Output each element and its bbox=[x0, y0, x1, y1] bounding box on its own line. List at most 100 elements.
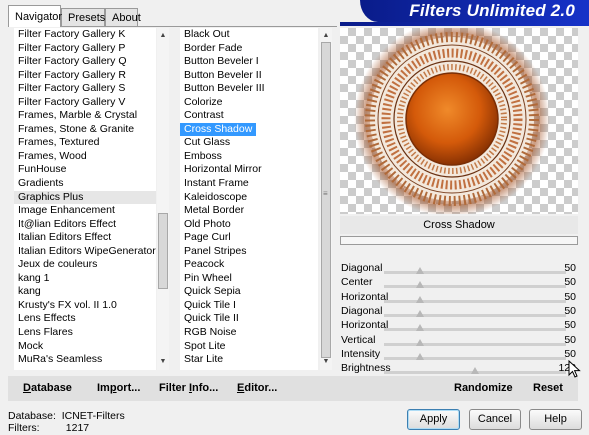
category-item[interactable]: Filter Factory Gallery P bbox=[14, 42, 156, 56]
param-slider-track[interactable] bbox=[384, 295, 566, 303]
slider-thumb-icon[interactable] bbox=[415, 309, 424, 317]
import-button[interactable]: Import... bbox=[97, 376, 140, 401]
category-item[interactable]: Frames, Wood bbox=[14, 150, 156, 164]
category-item[interactable]: Filter Factory Gallery K bbox=[14, 28, 156, 42]
param-slider-track[interactable] bbox=[384, 267, 566, 274]
filter-info-button[interactable]: Filter Info... bbox=[159, 376, 218, 401]
filter-item[interactable]: Cross Shadow bbox=[180, 122, 257, 137]
param-label: Horizontal bbox=[341, 290, 389, 303]
category-item[interactable]: Frames, Stone & Granite bbox=[14, 123, 156, 137]
filter-item[interactable]: Instant Frame bbox=[180, 177, 318, 191]
param-slider-track[interactable] bbox=[384, 367, 566, 375]
filter-item[interactable]: Quick Tile II bbox=[180, 312, 318, 326]
category-item[interactable]: Graphics Plus bbox=[14, 190, 156, 205]
filter-item[interactable]: Peacock bbox=[180, 258, 318, 272]
filter-scroll-thumb[interactable]: ≡ bbox=[321, 42, 331, 358]
category-item[interactable]: Lens Flares bbox=[14, 326, 156, 340]
grip-icon: ≡ bbox=[323, 189, 328, 198]
filter-scrollbar[interactable]: ▲ ≡ ▼ bbox=[320, 28, 332, 370]
slider-thumb-icon[interactable] bbox=[471, 367, 480, 375]
filter-item[interactable]: Metal Border bbox=[180, 204, 318, 218]
tab-about[interactable]: About bbox=[105, 8, 141, 26]
scroll-up-icon[interactable]: ▲ bbox=[157, 30, 169, 42]
category-item[interactable]: MuRa's Seamless bbox=[14, 353, 156, 367]
param-slider-track[interactable] bbox=[384, 309, 566, 317]
param-row[interactable]: Vertical 50 bbox=[340, 333, 578, 347]
category-item[interactable]: Italian Editors Effect bbox=[14, 231, 156, 245]
filter-item[interactable]: Button Beveler I bbox=[180, 55, 318, 69]
filter-item[interactable]: Panel Stripes bbox=[180, 245, 318, 259]
param-value: 50 bbox=[564, 347, 576, 360]
param-slider-track[interactable] bbox=[384, 352, 566, 360]
category-item[interactable]: Filter Factory Gallery V bbox=[14, 96, 156, 110]
database-name: ICNET-Filters bbox=[61, 410, 125, 422]
category-item[interactable]: Filter Factory Gallery Q bbox=[14, 55, 156, 69]
randomize-button[interactable]: Randomize bbox=[454, 376, 513, 401]
filter-item[interactable]: Star Lite bbox=[180, 353, 318, 367]
category-item[interactable]: Gradients bbox=[14, 177, 156, 191]
slider-thumb-icon[interactable] bbox=[415, 338, 424, 346]
param-row[interactable]: Diagonal 50 bbox=[340, 304, 578, 318]
filter-item[interactable]: Button Beveler III bbox=[180, 82, 318, 96]
category-item[interactable]: FunHouse bbox=[14, 163, 156, 177]
param-row[interactable]: Horizontal 50 bbox=[340, 290, 578, 304]
filter-item[interactable]: Black Out bbox=[180, 28, 318, 42]
filter-item[interactable]: Cut Glass bbox=[180, 136, 318, 150]
reset-button[interactable]: Reset bbox=[533, 376, 563, 401]
category-scrollbar[interactable]: ▲ ▼ bbox=[157, 28, 169, 370]
tab-presets[interactable]: Presets bbox=[61, 8, 105, 26]
category-list[interactable]: Filter Factory Gallery K Filter Factory G… bbox=[14, 28, 156, 370]
scroll-down-icon[interactable]: ▼ bbox=[320, 356, 332, 368]
scroll-up-icon[interactable]: ▲ bbox=[320, 30, 332, 42]
filter-item[interactable]: Button Beveler II bbox=[180, 69, 318, 83]
filter-item[interactable]: Spot Lite bbox=[180, 340, 318, 354]
param-row[interactable]: Center 50 bbox=[340, 275, 578, 289]
scroll-down-icon[interactable]: ▼ bbox=[157, 356, 169, 368]
slider-thumb-icon[interactable] bbox=[415, 281, 424, 289]
category-item[interactable]: Italian Editors WipeGenerator bbox=[14, 245, 156, 259]
filter-item[interactable]: Kaleidoscope bbox=[180, 191, 318, 205]
param-slider-track[interactable] bbox=[384, 281, 566, 289]
cancel-button[interactable]: Cancel bbox=[469, 409, 521, 430]
tab-navigator[interactable]: Navigator bbox=[8, 5, 62, 27]
category-item[interactable]: Image Enhancement bbox=[14, 204, 156, 218]
help-button[interactable]: Help bbox=[529, 409, 582, 430]
category-item[interactable]: kang 1 bbox=[14, 272, 156, 286]
filter-item[interactable]: RGB Noise bbox=[180, 326, 318, 340]
category-scroll-thumb[interactable] bbox=[158, 213, 168, 289]
filter-item[interactable]: Quick Tile I bbox=[180, 299, 318, 313]
filter-item[interactable]: Quick Sepia bbox=[180, 285, 318, 299]
category-item[interactable]: Frames, Textured bbox=[14, 136, 156, 150]
param-row[interactable]: Horizontal 50 bbox=[340, 318, 578, 332]
category-item[interactable]: Filter Factory Gallery S bbox=[14, 82, 156, 96]
param-slider-track[interactable] bbox=[384, 338, 566, 346]
filter-item[interactable]: Pin Wheel bbox=[180, 272, 318, 286]
slider-thumb-icon[interactable] bbox=[415, 324, 424, 332]
slider-thumb-icon[interactable] bbox=[415, 352, 424, 360]
filter-item[interactable]: Contrast bbox=[180, 109, 318, 123]
category-item[interactable]: Lens Effects bbox=[14, 312, 156, 326]
slider-thumb-icon[interactable] bbox=[415, 267, 424, 274]
filter-item[interactable]: Page Curl bbox=[180, 231, 318, 245]
param-row[interactable]: Diagonal 50 bbox=[340, 261, 578, 275]
category-item[interactable]: Mock bbox=[14, 340, 156, 354]
filter-list[interactable]: Black Out Border Fade Button Beveler I Butt… bbox=[180, 28, 318, 370]
param-slider-track[interactable] bbox=[384, 324, 566, 332]
category-item[interactable]: It@lian Editors Effect bbox=[14, 218, 156, 232]
category-item[interactable]: Jeux de couleurs bbox=[14, 258, 156, 272]
filter-item[interactable]: Emboss bbox=[180, 150, 318, 164]
apply-button[interactable]: Apply bbox=[407, 409, 460, 430]
category-item[interactable]: Krusty's FX vol. II 1.0 bbox=[14, 299, 156, 313]
filter-item[interactable]: Horizontal Mirror bbox=[180, 163, 318, 177]
editor-button[interactable]: Editor... bbox=[237, 376, 277, 401]
category-item[interactable]: kang bbox=[14, 285, 156, 299]
database-button[interactable]: Database bbox=[23, 376, 72, 401]
param-row[interactable]: Brightness 128 bbox=[340, 361, 578, 375]
filter-item[interactable]: Border Fade bbox=[180, 42, 318, 56]
category-item[interactable]: Filter Factory Gallery R bbox=[14, 69, 156, 83]
filter-item[interactable]: Old Photo bbox=[180, 218, 318, 232]
filter-item[interactable]: Colorize bbox=[180, 96, 318, 110]
slider-thumb-icon[interactable] bbox=[415, 295, 424, 303]
category-item[interactable]: Frames, Marble & Crystal bbox=[14, 109, 156, 123]
param-row[interactable]: Intensity 50 bbox=[340, 347, 578, 361]
